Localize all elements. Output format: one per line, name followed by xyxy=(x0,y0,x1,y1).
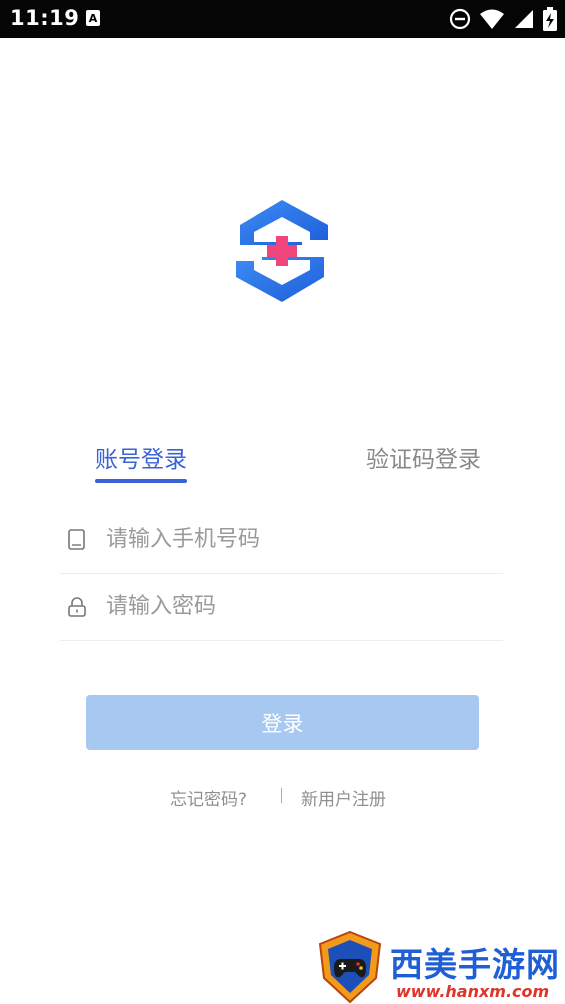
watermark: 西美手游网 www.hanxm.com xyxy=(316,930,565,1004)
login-button[interactable]: 登录 xyxy=(86,695,479,750)
auth-links: 忘记密码? 新用户注册 xyxy=(0,785,565,810)
watermark-title: 西美手游网 xyxy=(390,945,560,984)
forgot-password-link[interactable]: 忘记密码? xyxy=(170,785,247,810)
status-bar: 11:19 A xyxy=(0,0,565,38)
links-divider xyxy=(281,788,282,803)
register-link[interactable]: 新用户注册 xyxy=(301,785,386,810)
password-field xyxy=(60,574,503,641)
signal-icon xyxy=(515,10,533,28)
password-input[interactable] xyxy=(106,588,486,624)
phone-field xyxy=(60,507,503,574)
active-tab-indicator xyxy=(95,479,187,483)
medical-cross-logo-icon xyxy=(236,200,328,302)
watermark-url: www.hanxm.com xyxy=(396,982,550,1001)
gamepad-shield-logo-icon xyxy=(318,930,382,1004)
do-not-disturb-icon xyxy=(449,8,471,30)
tab-account-login[interactable]: 账号登录 xyxy=(95,440,187,474)
lock-icon xyxy=(68,597,86,617)
status-time: 11:19 xyxy=(10,6,80,30)
phone-input[interactable] xyxy=(106,521,486,557)
battery-icon xyxy=(543,7,557,31)
phone-icon xyxy=(68,529,85,550)
wifi-icon xyxy=(480,9,504,29)
notification-a-icon: A xyxy=(86,10,100,26)
tab-code-login[interactable]: 验证码登录 xyxy=(366,440,481,474)
status-icons xyxy=(449,7,557,31)
